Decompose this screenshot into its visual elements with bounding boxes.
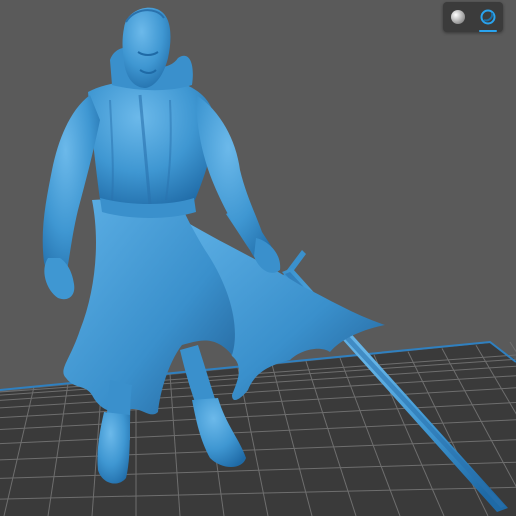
model-left-hand: [44, 258, 75, 300]
model-left-boot: [97, 412, 130, 484]
3d-viewport[interactable]: [0, 0, 516, 516]
solid-shading-button[interactable]: [446, 5, 470, 29]
wireframe-shading-icon: [480, 9, 496, 25]
model-torso: [88, 80, 215, 205]
solid-shading-icon: [451, 10, 465, 24]
view-mode-toolbar: [443, 2, 503, 32]
active-indicator: [479, 30, 497, 32]
wireframe-shading-button[interactable]: [476, 5, 500, 32]
3d-scene: [0, 7, 516, 516]
model-left-arm: [42, 95, 100, 281]
